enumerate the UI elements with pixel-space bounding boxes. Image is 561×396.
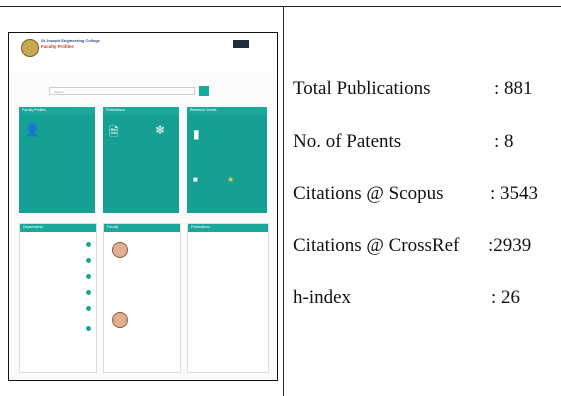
trophy-icon: ★ <box>227 175 235 184</box>
stat-value-patents: : 8 <box>494 131 514 152</box>
list-badge <box>86 306 91 311</box>
list-title: Faculty <box>107 225 119 229</box>
stat-value-crossref: :2939 <box>488 235 532 256</box>
snowflake-icon: ❄ <box>155 123 166 137</box>
publications-card[interactable]: Publications 🗎 ❄ <box>103 107 179 213</box>
login-button[interactable] <box>233 40 249 48</box>
list-title: Departments <box>23 225 44 229</box>
avatar <box>112 312 128 328</box>
search-input[interactable]: Search <box>49 87 195 95</box>
card-title: Publications <box>106 108 125 112</box>
publications-list: Publications <box>187 223 269 373</box>
stat-label-patents: No. of Patents <box>293 131 402 152</box>
document-icon: 🗎 <box>109 125 119 139</box>
search-button[interactable] <box>199 86 209 96</box>
card-body: ▮ ■ ★ <box>187 115 267 213</box>
stat-value-scopus: : 3543 <box>490 183 539 204</box>
list-badge <box>86 258 91 263</box>
departments-list: Departments <box>19 223 97 373</box>
list-badge <box>86 274 91 279</box>
card-title: Research Grants <box>190 108 217 112</box>
stat-label-h-index: h-index <box>293 287 352 308</box>
list-badge <box>86 290 91 295</box>
faculty-list: Faculty <box>103 223 181 373</box>
card-title: Faculty Profiles <box>22 108 46 112</box>
list-header: Faculty <box>104 224 180 232</box>
avatar <box>112 242 128 258</box>
portal-title: Faculty Profiles <box>41 44 74 49</box>
stat-value-publications: : 881 <box>494 78 533 99</box>
portal-screenshot: St Joseph Engineering College Faculty Pr… <box>8 32 278 381</box>
bar-chart-icon: ▮ <box>193 127 200 141</box>
badge-icon: ■ <box>193 175 198 184</box>
table-column-divider <box>283 6 284 396</box>
person-icon: 👤 <box>25 123 40 137</box>
institution-name: St Joseph Engineering College <box>41 38 100 43</box>
list-title: Publications <box>191 225 210 229</box>
list-badge <box>86 326 91 331</box>
stat-label-publications: Total Publications <box>293 78 431 99</box>
list-header: Departments <box>20 224 96 232</box>
stat-label-scopus: Citations @ Scopus <box>293 183 444 204</box>
grants-card[interactable]: Research Grants ▮ ■ ★ <box>187 107 267 213</box>
portal-header: St Joseph Engineering College Faculty Pr… <box>9 33 277 73</box>
list-badge <box>86 242 91 247</box>
faculty-card[interactable]: Faculty Profiles 👤 <box>19 107 95 213</box>
table-top-border <box>0 6 561 7</box>
stat-label-crossref: Citations @ CrossRef <box>293 235 460 256</box>
college-logo <box>21 39 39 57</box>
card-body: 🗎 ❄ <box>103 115 179 213</box>
stat-value-h-index: : 26 <box>491 287 521 308</box>
list-header: Publications <box>188 224 268 232</box>
card-body: 👤 <box>19 115 95 213</box>
